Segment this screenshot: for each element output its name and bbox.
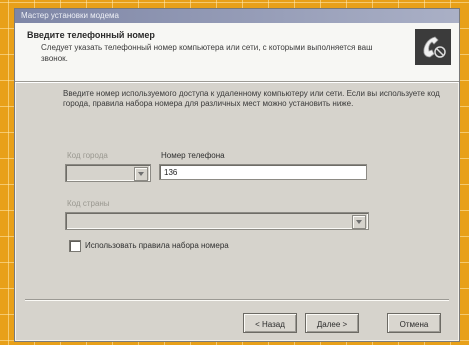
country-code-label: Код страны [67,199,110,208]
footer-separator [25,299,449,301]
country-code-combo[interactable] [65,212,369,230]
back-button[interactable]: < Назад [243,313,297,333]
instructions-text: Введите номер используемого доступа к уд… [63,89,440,108]
phone-number-label: Номер телефона [161,151,225,160]
wizard-dialog: Мастер установки модема Введите телефонн… [14,8,460,342]
header-subtitle: Следует указать телефонный номер компьют… [41,43,373,63]
header-separator [15,82,459,83]
chevron-down-icon[interactable] [352,215,366,229]
area-code-label: Код города [67,151,108,160]
title-bar: Мастер установки модема [15,9,459,23]
wizard-header: Введите телефонный номер Следует указать… [15,23,459,82]
phone-handset-icon [415,29,451,65]
window-title: Мастер установки модема [21,11,119,20]
chevron-down-icon[interactable] [134,167,148,181]
phone-number-input[interactable]: 136 [159,164,367,180]
cancel-button[interactable]: Отмена [387,313,441,333]
area-code-combo[interactable] [65,164,151,182]
header-title: Введите телефонный номер [27,30,155,40]
use-dialing-rules-label[interactable]: Использовать правила набора номера [85,241,229,250]
use-dialing-rules-checkbox[interactable] [69,240,81,252]
next-button[interactable]: Далее > [305,313,359,333]
